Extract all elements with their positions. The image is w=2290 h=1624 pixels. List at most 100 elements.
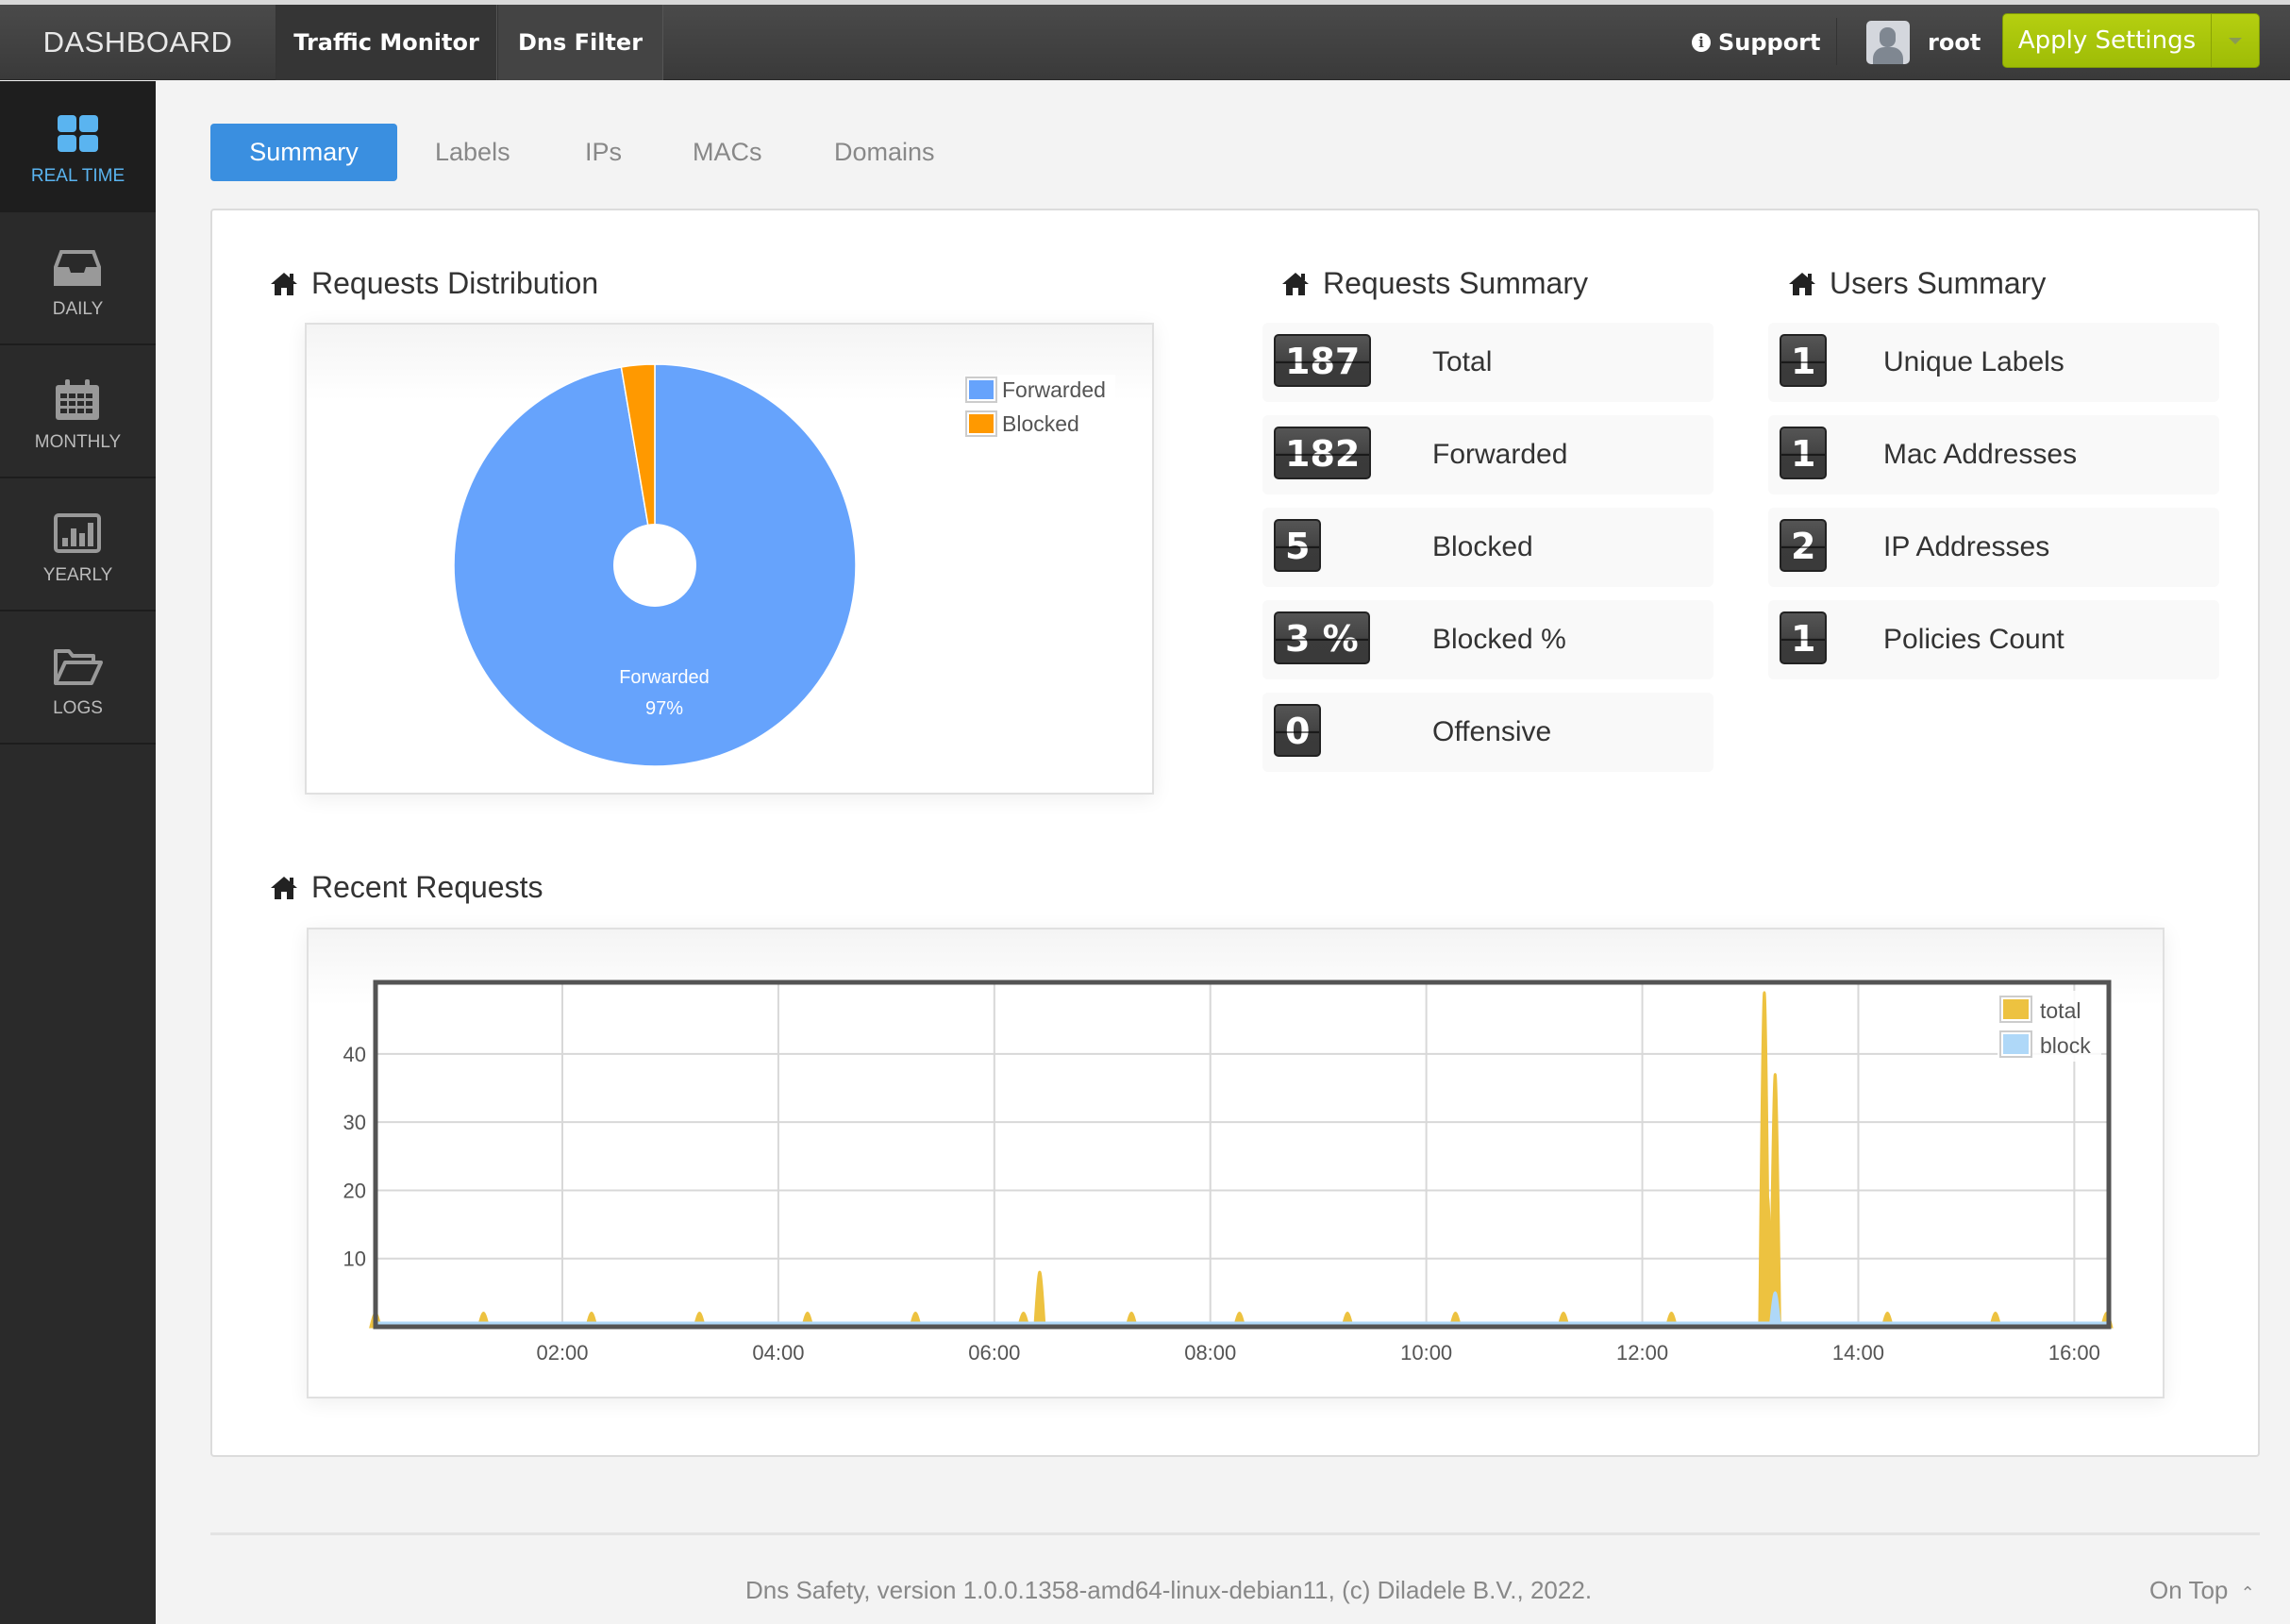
x-tick-label: 06:00 [968,1341,1020,1364]
legend-label-total: total [2040,998,2081,1023]
brand-logo[interactable]: DASHBOARD [0,5,276,80]
folder-open-icon [54,649,103,685]
x-tick-label: 10:00 [1400,1341,1452,1364]
tab-labels[interactable]: Labels [435,124,510,181]
counter-value: 3 % [1274,611,1370,664]
tab-summary[interactable]: Summary [210,124,397,181]
pie-chart-box: Forwarded 97% Forwarded Blocked [305,323,1154,795]
home-icon [271,272,297,295]
counter-value: 0 [1274,704,1322,757]
sidebar-item-yearly[interactable]: YEARLY [0,480,156,611]
tab-ips[interactable]: IPs [585,124,622,181]
calendar-icon [56,379,99,420]
legend-swatch-blocked [969,414,994,433]
footer-version-text: Dns Safety, version 1.0.0.1358-amd64-lin… [745,1576,1593,1604]
users-summary-row: 1 Unique Labels [1768,323,2219,402]
counter-label: Unique Labels [1883,346,2064,377]
pie-chart: Forwarded 97% Forwarded Blocked [453,363,1115,767]
sidebar: REAL TIME DAILY MONTHLY YEARLY LOGS [0,81,156,1624]
section-title: Recent Requests [311,870,543,904]
legend-label-forwarded: Forwarded [1002,377,1106,402]
counter-label: Blocked [1432,531,1533,562]
sidebar-label: YEARLY [42,565,113,585]
legend-swatch-block [2003,1034,2029,1054]
pie-slice-label: Forwarded [619,667,710,688]
section-requests-summary: Requests Summary [1281,266,1588,301]
counter-label: Offensive [1432,716,1552,747]
counter-label: Total [1432,346,1493,377]
legend-swatch-total [2003,999,2029,1019]
top-navbar: DASHBOARD Traffic Monitor Dns Filter i S… [0,5,2290,80]
apply-settings-dropdown[interactable] [2212,14,2259,67]
home-icon [1789,272,1815,295]
counter-label: Policies Count [1883,624,2064,655]
y-tick-label: 10 [343,1247,366,1271]
counter-label: Mac Addresses [1883,439,2078,470]
home-icon [1282,272,1309,295]
nav-traffic-monitor[interactable]: Traffic Monitor [276,5,497,80]
sidebar-item-logs[interactable]: LOGS [0,613,156,745]
users-summary-row: 1 Policies Count [1768,600,2219,679]
recent-requests-chart: 10 20 30 40 02:00 04:00 06:00 08:00 10:00 12:00 14… [343,979,2114,1364]
support-label: Support [1718,29,1821,56]
x-tick-label: 14:00 [1832,1341,1884,1364]
counter-value: 1 [1780,427,1828,479]
x-tick-label: 08:00 [1184,1341,1236,1364]
tab-macs[interactable]: MACs [693,124,762,181]
x-tick-label: 02:00 [536,1341,588,1364]
legend-label-blocked: Blocked [1002,411,1079,436]
tab-domains[interactable]: Domains [834,124,935,181]
legend-swatch-forwarded [969,380,994,399]
pie-legend: Forwarded Blocked [964,375,1115,443]
counter-value: 1 [1780,334,1828,387]
sidebar-item-monthly[interactable]: MONTHLY [0,347,156,478]
bar-chart-icon [54,513,101,553]
requests-summary-row: 3 % Blocked % [1262,600,1713,679]
on-top-label: On Top [2149,1576,2229,1604]
inbox-icon [54,250,101,286]
footer-divider [210,1532,2260,1535]
counter-label: IP Addresses [1883,531,2050,562]
requests-summary-row: 0 Offensive [1262,693,1713,772]
sidebar-item-real-time[interactable]: REAL TIME [0,81,156,212]
y-tick-label: 30 [343,1111,366,1134]
chevron-up-icon: ⌃ [2240,1583,2255,1602]
counter-value: 5 [1274,519,1322,572]
support-link[interactable]: i Support [1692,5,1821,80]
nav-dns-filter[interactable]: Dns Filter [497,5,663,80]
user-avatar-icon[interactable] [1866,21,1910,64]
section-title: Requests Summary [1323,266,1588,300]
y-tick-label: 20 [343,1179,366,1202]
counter-value: 187 [1274,334,1372,387]
requests-summary-row: 182 Forwarded [1262,415,1713,494]
on-top-link[interactable]: On Top ⌃ [2149,1576,2255,1605]
x-tick-label: 12:00 [1616,1341,1668,1364]
grid-icon [58,115,98,152]
pie-hole [613,524,696,607]
counter-label: Forwarded [1432,439,1568,470]
counter-label: Blocked % [1432,624,1566,655]
section-users-summary: Users Summary [1788,266,2046,301]
users-summary-row: 1 Mac Addresses [1768,415,2219,494]
counter-value: 2 [1780,519,1828,572]
section-title: Users Summary [1830,266,2047,300]
home-icon [271,876,297,899]
legend-label-block: block [2040,1033,2091,1058]
x-tick-label: 16:00 [2048,1341,2100,1364]
section-recent-requests: Recent Requests [270,870,543,905]
requests-summary-row: 187 Total [1262,323,1713,402]
apply-settings-button-group: Apply Settings [2002,13,2260,68]
y-tick-label: 40 [343,1043,366,1066]
users-summary-row: 2 IP Addresses [1768,508,2219,587]
sidebar-label: LOGS [53,698,103,718]
sidebar-item-daily[interactable]: DAILY [0,214,156,345]
username[interactable]: root [1928,5,1981,80]
section-title: Requests Distribution [311,266,599,300]
x-tick-label: 04:00 [752,1341,804,1364]
caret-down-icon [2229,37,2242,44]
pie-slice-percent: 97% [645,698,683,719]
apply-settings-button[interactable]: Apply Settings [2003,14,2212,67]
section-requests-distribution: Requests Distribution [270,266,598,301]
sidebar-label: DAILY [52,299,104,319]
counter-value: 182 [1274,427,1372,479]
